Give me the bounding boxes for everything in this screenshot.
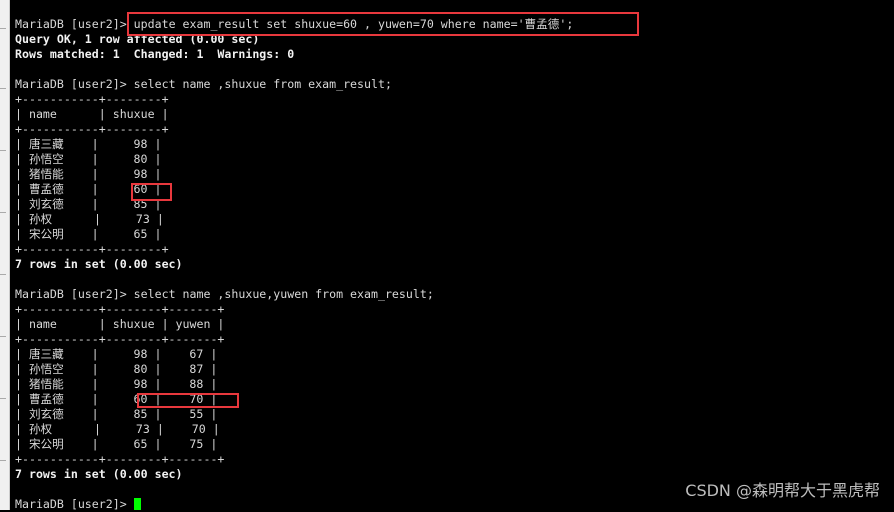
cursor	[133, 498, 141, 510]
edge-tick	[0, 398, 6, 399]
table-row: | 宋公明 | 65 |	[15, 227, 162, 241]
result-footer: 7 rows in set (0.00 sec)	[15, 467, 183, 481]
table-row: | 宋公明 | 65 | 75 |	[15, 437, 218, 451]
table-border: +-----------+--------+	[15, 92, 169, 106]
edge-tick	[0, 150, 6, 151]
table-row: | 猪悟能 | 98 | 88 |	[15, 377, 218, 391]
table-border: +-----------+--------+-------+	[15, 332, 225, 346]
command-text: select name ,shuxue,yuwen from exam_resu…	[133, 287, 434, 301]
edge-tick	[0, 212, 6, 213]
prompt: MariaDB [user2]>	[15, 287, 134, 301]
table-border: +-----------+--------+-------+	[15, 302, 225, 316]
command-text: select name ,shuxue from exam_result;	[133, 77, 392, 91]
table-row: | 唐三藏 | 98 |	[15, 137, 162, 151]
prompt: MariaDB [user2]>	[15, 497, 134, 511]
edge-tick	[0, 336, 6, 337]
prompt-line-select-2: MariaDB [user2]> select name ,shuxue,yuw…	[15, 287, 573, 302]
table-row: | 孙悟空 | 80 |	[15, 152, 162, 166]
table-row: | 曹孟德 | 60 |	[15, 182, 162, 196]
update-summary: Rows matched: 1 Changed: 1 Warnings: 0	[15, 47, 295, 61]
table-header: | name | shuxue |	[15, 107, 169, 121]
table-border: +-----------+--------+	[15, 122, 169, 136]
prompt: MariaDB [user2]>	[15, 77, 134, 91]
table-row: | 刘玄德 | 85 |	[15, 197, 162, 211]
table-header: | name | shuxue | yuwen |	[15, 317, 225, 331]
table-border: +-----------+--------+-------+	[15, 452, 225, 466]
highlight-shuxue-value	[131, 183, 172, 201]
table-row: | 孙悟空 | 80 | 87 |	[15, 362, 218, 376]
table-row: | 孙权 | 73 |	[15, 212, 164, 226]
edge-tick	[0, 460, 6, 461]
prompt-line-select-1: MariaDB [user2]> select name ,shuxue fro…	[15, 77, 573, 92]
edge-tick	[0, 28, 6, 29]
table-row: | 唐三藏 | 98 | 67 |	[15, 347, 218, 361]
result-footer: 7 rows in set (0.00 sec)	[15, 257, 183, 271]
table-row: | 曹孟德 | 60 | 70 |	[15, 392, 218, 406]
table-row: | 刘玄德 | 85 | 55 |	[15, 407, 218, 421]
prompt: MariaDB [user2]>	[15, 17, 134, 31]
watermark: CSDN @森明帮大于黑虎帮	[685, 481, 880, 500]
table-row: | 猪悟能 | 98 |	[15, 167, 162, 181]
table-border: +-----------+--------+	[15, 242, 169, 256]
highlight-update-command	[127, 12, 639, 36]
table-row: | 孙权 | 73 | 70 |	[15, 422, 220, 436]
edge-tick	[0, 88, 6, 89]
highlight-updated-row	[137, 393, 239, 408]
window-left-edge	[0, 0, 10, 510]
terminal-output[interactable]: MariaDB [user2]> update exam_result set …	[15, 17, 573, 512]
edge-tick	[0, 274, 6, 275]
